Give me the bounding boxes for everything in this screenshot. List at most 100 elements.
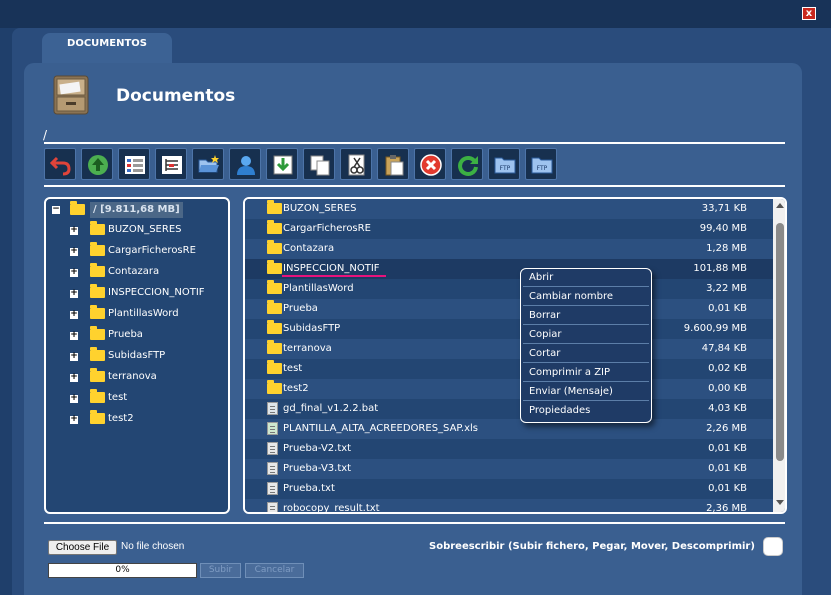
text-file-icon [267,439,278,459]
expand-icon[interactable]: + [70,331,78,340]
menu-item-abrir[interactable]: Abrir [523,269,649,287]
refresh-button[interactable] [451,148,483,180]
menu-item-enviar-mensaje[interactable]: Enviar (Mensaje) [523,383,649,401]
file-size: 0,01 KB [708,303,747,314]
text-file-icon [267,499,278,512]
expand-icon[interactable]: + [70,268,78,277]
file-row[interactable]: Prueba-V2.txt 0,01 KB [245,439,773,459]
up-button[interactable] [81,148,113,180]
upload-button[interactable]: Subir [200,563,241,578]
file-row[interactable]: PlantillasWord 3,22 MB [245,279,773,299]
file-row[interactable]: SubidasFTP 9.600,99 MB [245,319,773,339]
file-size: 4,03 KB [708,403,747,414]
expand-icon[interactable]: + [70,247,78,256]
folder-icon [90,367,105,385]
paste-button[interactable] [377,148,409,180]
overwrite-checkbox[interactable] [763,537,783,556]
expand-icon[interactable]: + [70,352,78,361]
file-name: Prueba [283,303,318,314]
file-size: 0,01 KB [708,483,747,494]
ftp-button-1[interactable]: FTP [488,148,520,180]
tab-documentos[interactable]: DOCUMENTOS [42,33,172,67]
user-button[interactable] [229,148,261,180]
ftp-folder-icon: FTP [494,157,516,174]
tree-root-label: / [9.811,68 MB] [90,202,183,218]
back-button[interactable] [44,148,76,180]
details-view-button[interactable] [118,148,150,180]
file-size: 2,26 MB [706,423,747,434]
divider [44,142,785,144]
vertical-scrollbar[interactable] [773,199,785,512]
file-row[interactable]: test 0,02 KB [245,359,773,379]
scrollbar-thumb[interactable] [776,223,784,461]
file-row[interactable]: Contazara 1,28 MB [245,239,773,259]
scroll-up-icon[interactable] [776,203,784,208]
file-row[interactable]: PLANTILLA_ALTA_ACREEDORES_SAP.xls 2,26 M… [245,419,773,439]
file-row[interactable]: robocopy_result.txt 2,36 MB [245,499,773,512]
file-row[interactable]: test2 0,00 KB [245,379,773,399]
menu-item-comprimir-zip[interactable]: Comprimir a ZIP [523,364,649,382]
copy-icon [310,155,330,176]
tree-item-label: Contazara [108,266,160,277]
ftp-label: FTP [537,165,548,172]
folder-icon [267,339,282,359]
copy-button[interactable] [303,148,335,180]
tree-item-label: test2 [108,413,134,424]
current-path: / [43,128,48,142]
delete-icon [420,154,442,176]
folder-icon [267,239,282,259]
folder-icon [267,299,282,319]
file-row[interactable]: terranova 47,84 KB [245,339,773,359]
folder-icon [90,325,105,343]
collapse-icon[interactable]: − [52,205,60,214]
open-folder-button[interactable] [192,148,224,180]
divider [44,522,785,524]
tree-item-label: BUZON_SERES [108,224,182,235]
file-row[interactable]: Prueba-V3.txt 0,01 KB [245,459,773,479]
menu-item-borrar[interactable]: Borrar [523,307,649,325]
delete-button[interactable] [414,148,446,180]
folder-icon [90,409,105,427]
open-folder-icon [198,155,219,173]
expand-icon[interactable]: + [70,289,78,298]
tree-item-label: Prueba [108,329,143,340]
close-icon[interactable]: x [802,7,816,20]
file-row[interactable]: CargarFicherosRE 99,40 MB [245,219,773,239]
file-row[interactable]: BUZON_SERES 33,71 KB [245,199,773,219]
tree-item-label: INSPECCION_NOTIF [108,287,205,298]
file-row[interactable]: Prueba.txt 0,01 KB [245,479,773,499]
choose-file-button[interactable]: Choose File [48,540,117,555]
file-name: CargarFicherosRE [283,223,371,234]
scroll-down-icon[interactable] [776,500,784,505]
expand-icon[interactable]: + [70,394,78,403]
file-row[interactable]: gd_final_v1.2.2.bat 4,03 KB [245,399,773,419]
up-arrow-icon [88,155,108,175]
file-name: Prueba-V3.txt [283,463,352,474]
list-view-button[interactable] [155,148,187,180]
ftp-label: FTP [500,165,511,172]
ftp-button-2[interactable]: FTP [525,148,557,180]
menu-item-cambiar-nombre[interactable]: Cambiar nombre [523,288,649,306]
folder-icon [90,220,105,238]
file-name: PlantillasWord [283,283,354,294]
expand-icon[interactable]: + [70,373,78,382]
undo-arrow-icon [49,156,71,176]
expand-icon[interactable]: + [70,415,78,424]
menu-item-cortar[interactable]: Cortar [523,345,649,363]
download-button[interactable] [266,148,298,180]
expand-icon[interactable]: + [70,226,78,235]
details-view-icon [125,156,145,174]
file-row-selected[interactable]: INSPECCION_NOTIF 101,88 MB [245,259,773,279]
file-name: gd_final_v1.2.2.bat [283,403,379,414]
file-name: terranova [283,343,332,354]
cancel-button[interactable]: Cancelar [245,563,304,578]
cut-button[interactable] [340,148,372,180]
folder-icon [267,199,282,219]
file-size: 47,84 KB [701,343,747,354]
file-name: Prueba-V2.txt [283,443,352,454]
expand-icon[interactable]: + [70,310,78,319]
text-file-icon [267,479,278,499]
menu-item-propiedades[interactable]: Propiedades [523,402,649,420]
menu-item-copiar[interactable]: Copiar [523,326,649,344]
file-row[interactable]: Prueba 0,01 KB [245,299,773,319]
